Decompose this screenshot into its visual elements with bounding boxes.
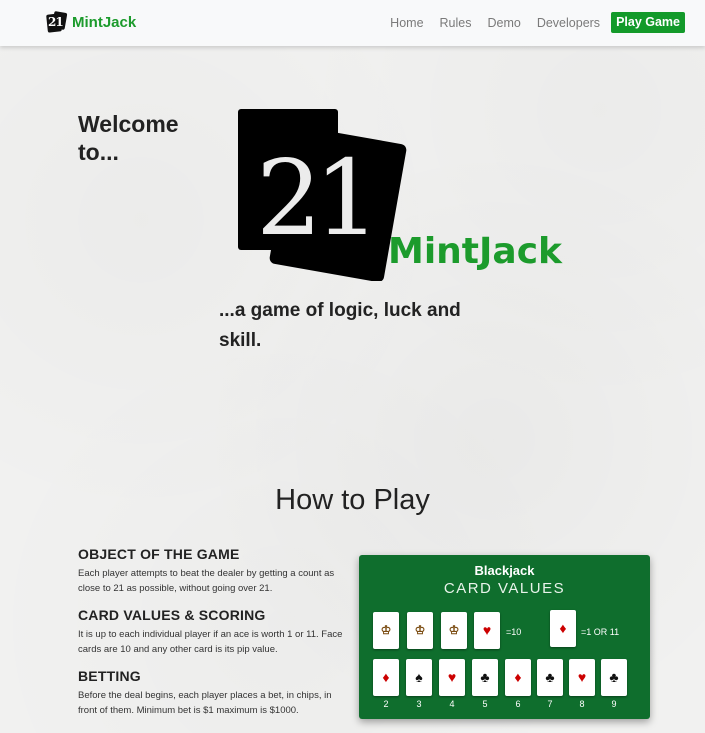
- logo-number: 21: [256, 137, 372, 259]
- rule-heading: OBJECT OF THE GAME: [78, 546, 240, 562]
- pip-label: 8: [579, 699, 585, 709]
- rule-text: Before the deal begins, each player plac…: [78, 690, 332, 716]
- pip-label: 7: [547, 699, 553, 709]
- king-card-icon: ♔: [441, 612, 467, 649]
- ace-value-label: =1 OR 11: [581, 627, 620, 637]
- rules-list: OBJECT OF THE GAME Each player attempts …: [78, 546, 348, 729]
- brand-logo-icon: 21: [46, 11, 68, 33]
- rule-text: Each player attempts to beat the dealer …: [78, 568, 335, 594]
- tagline: ...a game of logic, luck and skill.: [219, 300, 461, 351]
- panel-title: Blackjack: [474, 563, 535, 578]
- face-value-label: =10: [506, 627, 522, 637]
- pip-label: 4: [449, 699, 455, 709]
- brand-link[interactable]: 21 MintJack: [46, 11, 137, 33]
- nav-home[interactable]: Home: [390, 16, 423, 30]
- nine-card-icon: ♣: [601, 659, 627, 696]
- nav-links: Home Rules Demo Developers Play Game: [374, 12, 685, 33]
- eight-card-icon: ♥: [569, 659, 595, 696]
- two-card-icon: ♦: [373, 659, 399, 696]
- how-to-play-heading: How to Play: [275, 484, 430, 516]
- rule-heading: CARD VALUES & SCORING: [78, 607, 266, 623]
- nav-demo[interactable]: Demo: [487, 16, 520, 30]
- play-game-button[interactable]: Play Game: [611, 12, 685, 33]
- pip-label: 3: [416, 699, 422, 709]
- welcome-heading: Welcome to...: [78, 111, 179, 165]
- brand-name: MintJack: [72, 14, 137, 31]
- nav-developers[interactable]: Developers: [537, 16, 600, 30]
- pip-label: 5: [482, 699, 488, 709]
- nav-rules[interactable]: Rules: [440, 16, 472, 30]
- pip-label: 2: [383, 699, 389, 709]
- three-card-icon: ♠: [406, 659, 432, 696]
- navbar: 21 MintJack Home Rules Demo Developers P…: [0, 0, 705, 46]
- ace-card-icon: ♦: [550, 610, 576, 647]
- card-values-panel: Blackjack CARD VALUES ♔ ♔ ♔ ♥ =10 ♦ =1 O…: [359, 555, 650, 719]
- six-card-icon: ♦: [505, 659, 531, 696]
- pip-label: 6: [515, 699, 521, 709]
- ten-hearts-card-icon: ♥: [474, 612, 500, 649]
- seven-card-icon: ♣: [537, 659, 563, 696]
- jack-card-icon: ♔: [373, 612, 399, 649]
- pip-label: 9: [611, 699, 617, 709]
- four-card-icon: ♥: [439, 659, 465, 696]
- queen-card-icon: ♔: [407, 612, 433, 649]
- logo-name: MintJack: [388, 231, 563, 272]
- rule-heading: BETTING: [78, 668, 141, 684]
- panel-subtitle: CARD VALUES: [443, 580, 566, 597]
- rule-text: It is up to each individual player if an…: [78, 629, 343, 655]
- five-card-icon: ♣: [472, 659, 498, 696]
- mintjack-logo: 21 MintJack: [238, 106, 588, 283]
